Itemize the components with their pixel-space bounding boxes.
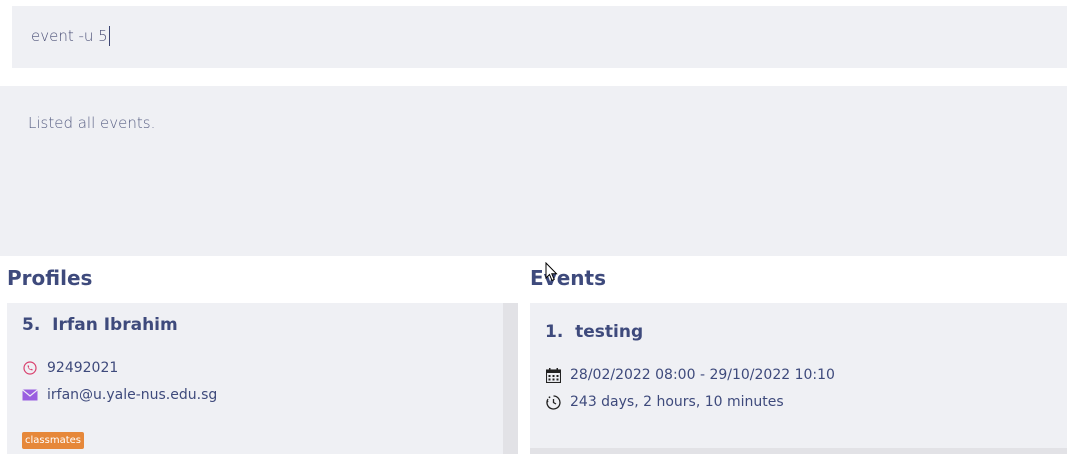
event-card[interactable]: 1. testing 28/02/2022 08:00 - 29/10/2022…: [530, 303, 1067, 448]
phone-icon: [22, 360, 38, 376]
event-name: 1. testing: [545, 322, 644, 342]
profile-phone: 92492021: [47, 360, 119, 376]
profile-email: irfan@u.yale-nus.edu.sg: [47, 387, 218, 403]
command-input-value: event -u 5: [31, 27, 108, 45]
profiles-list[interactable]: 5. Irfan Ibrahim 92492021 irfan@u.yale-n…: [7, 303, 518, 454]
command-input[interactable]: event -u 5: [31, 26, 110, 46]
events-next-card-edge: [530, 448, 1067, 454]
result-display: Listed all events.: [0, 86, 1067, 256]
event-duration-row: 243 days, 2 hours, 10 minutes: [545, 394, 784, 410]
event-datetime-row: 28/02/2022 08:00 - 29/10/2022 10:10: [545, 367, 835, 383]
profile-card[interactable]: 5. Irfan Ibrahim 92492021 irfan@u.yale-n…: [7, 303, 503, 454]
events-list[interactable]: 1. testing 28/02/2022 08:00 - 29/10/2022…: [530, 303, 1067, 454]
profile-phone-row: 92492021: [22, 360, 118, 376]
profiles-heading: Profiles: [7, 266, 93, 290]
text-caret: [108, 26, 110, 46]
command-box[interactable]: event -u 5: [12, 6, 1067, 68]
event-datetime: 28/02/2022 08:00 - 29/10/2022 10:10: [570, 367, 835, 383]
result-message: Listed all events.: [28, 114, 156, 132]
clock-icon: [545, 394, 561, 410]
event-duration: 243 days, 2 hours, 10 minutes: [570, 394, 784, 410]
profile-name: 5. Irfan Ibrahim: [22, 315, 178, 335]
profile-email-row: irfan@u.yale-nus.edu.sg: [22, 387, 217, 403]
tag-badge: classmates: [22, 432, 84, 449]
profiles-scrollbar[interactable]: [503, 303, 518, 454]
email-icon: [22, 387, 38, 403]
events-heading: Events: [530, 266, 606, 290]
mouse-pointer-icon: [545, 261, 559, 282]
calendar-icon: [545, 367, 561, 383]
